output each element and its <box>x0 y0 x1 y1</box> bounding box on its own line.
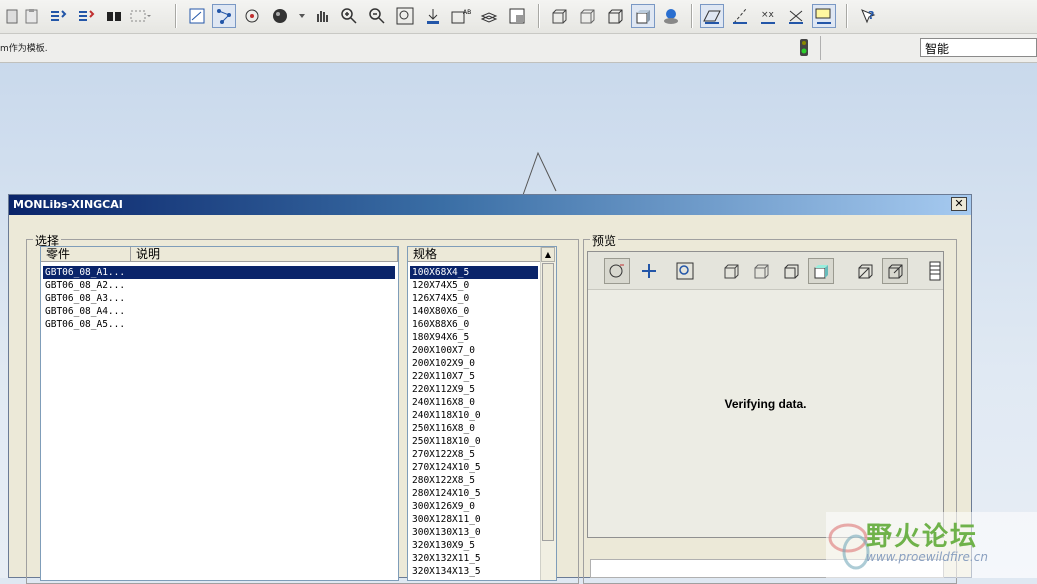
spec-row[interactable]: 200X102X9_0 <box>410 357 475 370</box>
coordinate-system-display-icon[interactable] <box>784 4 808 28</box>
status-message: m作为模板. <box>0 44 48 54</box>
spec-row[interactable]: 300X126X9_0 <box>410 500 475 513</box>
watermark-text: 野火论坛 <box>866 522 979 552</box>
datum-axis-display-icon[interactable] <box>728 4 752 28</box>
dialog-title: MONLibs-XINGCAI <box>13 198 123 211</box>
spec-row[interactable]: 200X100X7_0 <box>410 344 475 357</box>
close-button[interactable]: ✕ <box>951 197 967 211</box>
preview-spin-icon[interactable] <box>604 258 630 284</box>
svg-text:?: ? <box>868 9 874 22</box>
scroll-thumb[interactable] <box>542 263 554 541</box>
regenerate-icon[interactable] <box>46 4 70 28</box>
preview-no-hidden-icon[interactable] <box>778 258 804 284</box>
spec-scrollbar[interactable]: ▲ <box>540 247 556 580</box>
forum-watermark: 野火论坛 www.proewildfire.cn <box>826 512 1037 578</box>
toolbar-separator <box>846 4 848 28</box>
paste-special-icon[interactable] <box>20 4 44 28</box>
dialog-titlebar[interactable]: MONLibs-XINGCAI ✕ <box>9 195 971 215</box>
scroll-up-arrow-icon[interactable]: ▲ <box>541 247 555 262</box>
parts-row[interactable]: GBT06_08_A1... <box>43 266 395 279</box>
layers-icon[interactable] <box>477 4 501 28</box>
svg-text:AB: AB <box>463 9 471 16</box>
spec-row[interactable]: 320X130X9_5 <box>410 539 475 552</box>
zoom-in-icon[interactable] <box>337 4 361 28</box>
annotation-display-icon[interactable] <box>812 4 836 28</box>
toolbar-separator <box>691 4 693 28</box>
toolbar-separator <box>175 4 177 28</box>
preview-view-icon[interactable] <box>852 258 878 284</box>
svg-text:×x: ×x <box>761 10 775 20</box>
reorient-icon[interactable] <box>421 4 445 28</box>
datum-plane-display-icon[interactable] <box>700 4 724 28</box>
spec-row[interactable]: 320X132X11_5 <box>410 552 481 565</box>
spec-row[interactable]: 270X122X8_5 <box>410 448 475 461</box>
spec-row[interactable]: 280X124X10_5 <box>410 487 481 500</box>
refit-icon[interactable] <box>393 4 417 28</box>
saved-views-icon[interactable]: AB <box>449 4 473 28</box>
spec-row[interactable]: 270X124X10_5 <box>410 461 481 474</box>
datum-axis-icon[interactable] <box>212 4 236 28</box>
preview-wireframe-icon[interactable] <box>718 258 744 284</box>
spin-center-icon[interactable] <box>240 4 264 28</box>
spec-row[interactable]: 160X88X6_0 <box>410 318 469 331</box>
spec-row[interactable]: 250X116X8_0 <box>410 422 475 435</box>
selection-filter-select[interactable]: 智能 <box>920 38 1037 57</box>
shading-icon[interactable] <box>268 4 292 28</box>
parts-row[interactable]: GBT06_08_A2... <box>43 279 125 292</box>
watermark-url: www.proewildfire.cn <box>866 550 988 564</box>
wireframe-icon[interactable] <box>547 4 571 28</box>
preview-group-label: 预览 <box>590 232 619 249</box>
spec-row[interactable]: 180X94X6_5 <box>410 331 469 344</box>
select-box-icon[interactable] <box>128 4 152 28</box>
spec-list[interactable]: 规格 100X68X4_5 120X74X5_0 126X74X5_0 140X80X… <box>407 246 557 581</box>
spec-row[interactable]: 240X116X8_0 <box>410 396 475 409</box>
preview-zoom-icon[interactable] <box>672 258 698 284</box>
traffic-light-icon[interactable] <box>798 38 810 61</box>
preview-film-icon[interactable] <box>922 258 948 284</box>
spec-row[interactable]: 280X122X8_5 <box>410 474 475 487</box>
datum-point-display-icon[interactable]: ×x <box>756 4 780 28</box>
spec-row[interactable]: 100X68X4_5 <box>410 266 538 279</box>
view-manager-icon[interactable] <box>505 4 529 28</box>
spec-row[interactable]: 220X110X7_5 <box>410 370 475 383</box>
main-toolbar: AB ×x ? <box>0 0 1037 34</box>
spec-row[interactable]: 250X118X10_0 <box>410 435 481 448</box>
spec-row[interactable]: 220X112X9_5 <box>410 383 475 396</box>
parts-row[interactable]: GBT06_08_A3... <box>43 292 125 305</box>
find-icon[interactable] <box>102 4 126 28</box>
message-bar: m作为模板. 智能 <box>0 34 1037 63</box>
spec-row[interactable]: 120X74X5_0 <box>410 279 469 292</box>
parts-list[interactable]: 零件 说明 GBT06_08_A1... GBT06_08_A2... GBT0… <box>40 246 399 581</box>
preview-pan-icon[interactable] <box>636 258 662 284</box>
preview-panel[interactable]: Verifying data. <box>587 251 944 538</box>
spec-row[interactable]: 300X130X13_0 <box>410 526 481 539</box>
parts-column-header-desc[interactable]: 说明 <box>131 247 398 262</box>
preview-shaded-icon[interactable] <box>808 258 834 284</box>
spec-row[interactable]: 240X118X10_0 <box>410 409 481 422</box>
spec-row[interactable]: 126X74X5_0 <box>410 292 469 305</box>
shaded-icon[interactable] <box>631 4 655 28</box>
preview-orient-icon[interactable] <box>882 258 908 284</box>
parts-row[interactable]: GBT06_08_A4... <box>43 305 125 318</box>
pan-hand-icon[interactable] <box>310 4 334 28</box>
regenerate-manager-icon[interactable] <box>74 4 98 28</box>
spec-row[interactable]: 320X134X13_5 <box>410 565 481 578</box>
spec-row[interactable]: 140X80X6_0 <box>410 305 469 318</box>
preview-hidden-line-icon[interactable] <box>748 258 774 284</box>
spec-row[interactable]: 300X128X11_0 <box>410 513 481 526</box>
parts-column-header-part[interactable]: 零件 <box>41 247 131 262</box>
preview-status-text: Verifying data. <box>724 397 807 411</box>
model-tree-icon[interactable] <box>659 4 683 28</box>
hidden-line-icon[interactable] <box>575 4 599 28</box>
preview-toolbar <box>588 252 943 290</box>
sketch-icon[interactable] <box>185 4 209 28</box>
toolbar-separator <box>538 4 540 28</box>
bar-divider <box>820 36 821 60</box>
parts-row[interactable]: GBT06_08_A5... <box>43 318 125 331</box>
zoom-out-icon[interactable] <box>365 4 389 28</box>
context-help-icon[interactable]: ? <box>856 4 880 28</box>
spec-column-header[interactable]: 规格 <box>408 247 541 262</box>
no-hidden-icon[interactable] <box>603 4 627 28</box>
